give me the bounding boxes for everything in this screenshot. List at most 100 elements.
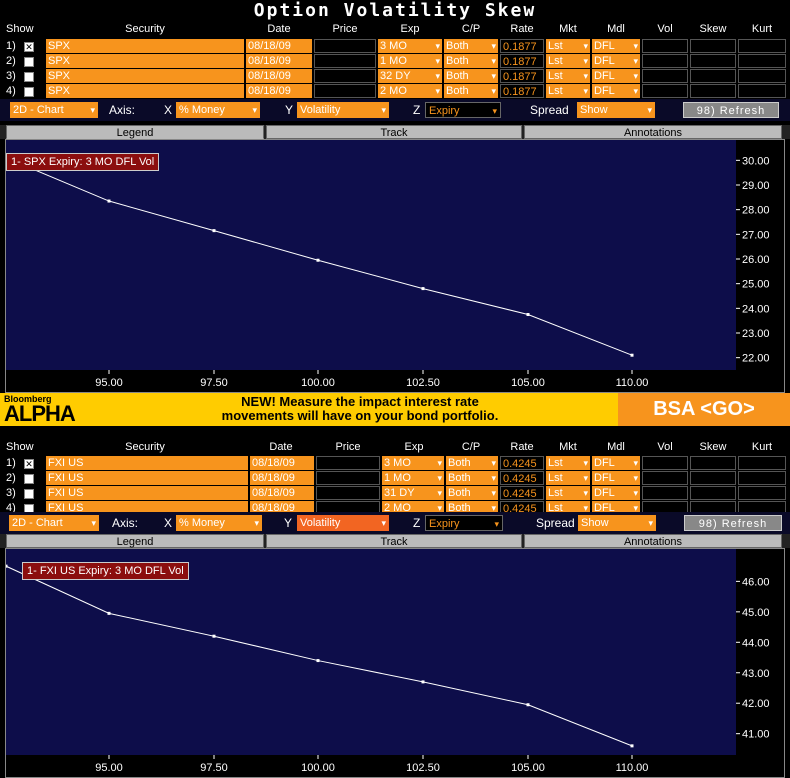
- show-checkbox[interactable]: [24, 72, 34, 82]
- model-select[interactable]: DFL: [592, 486, 640, 500]
- z-axis-select[interactable]: Expiry: [425, 515, 503, 532]
- price-field[interactable]: [314, 39, 376, 53]
- show-checkbox[interactable]: [24, 474, 34, 484]
- y-axis-select[interactable]: Volatility: [297, 102, 389, 118]
- spread-select[interactable]: Show: [578, 515, 656, 531]
- date-field[interactable]: 08/18/09: [250, 486, 314, 500]
- vol-field[interactable]: [642, 39, 688, 53]
- model-select[interactable]: DFL: [592, 69, 640, 83]
- model-select[interactable]: DFL: [592, 39, 640, 53]
- security-field[interactable]: FXI US: [46, 456, 248, 470]
- security-field[interactable]: SPX: [46, 69, 244, 83]
- x-axis-select[interactable]: % Money: [176, 515, 262, 531]
- rate-field[interactable]: 0.4245: [500, 456, 544, 470]
- date-field[interactable]: 08/18/09: [250, 456, 314, 470]
- rate-field[interactable]: 0.4245: [500, 486, 544, 500]
- date-field[interactable]: 08/18/09: [246, 84, 312, 98]
- price-field[interactable]: [314, 84, 376, 98]
- date-field[interactable]: 08/18/09: [246, 39, 312, 53]
- date-field[interactable]: 08/18/09: [246, 54, 312, 68]
- chart-legend[interactable]: 1- FXI US Expiry: 3 MO DFL Vol: [22, 562, 189, 580]
- vol-field[interactable]: [642, 456, 688, 470]
- tab-legend[interactable]: Legend: [6, 125, 264, 139]
- date-field[interactable]: 08/18/09: [246, 69, 312, 83]
- market-select[interactable]: Lst: [546, 486, 590, 500]
- call-put-select[interactable]: Both: [444, 39, 498, 53]
- market-select[interactable]: Lst: [546, 471, 590, 485]
- vol-field[interactable]: [642, 54, 688, 68]
- call-put-select[interactable]: Both: [446, 486, 498, 500]
- security-field[interactable]: FXI US: [46, 471, 248, 485]
- rate-field[interactable]: 0.1877: [500, 84, 544, 98]
- tab-annotations[interactable]: Annotations: [524, 534, 782, 548]
- kurt-field[interactable]: [738, 39, 786, 53]
- rate-field[interactable]: 0.1877: [500, 69, 544, 83]
- kurt-field[interactable]: [738, 84, 786, 98]
- market-select[interactable]: Lst: [546, 39, 590, 53]
- price-field[interactable]: [314, 69, 376, 83]
- rate-field[interactable]: 0.1877: [500, 39, 544, 53]
- expiry-select[interactable]: 3 MO: [378, 39, 442, 53]
- model-select[interactable]: DFL: [592, 54, 640, 68]
- tab-legend[interactable]: Legend: [6, 534, 264, 548]
- expiry-select[interactable]: 1 MO: [382, 471, 444, 485]
- call-put-select[interactable]: Both: [444, 69, 498, 83]
- kurt-field[interactable]: [738, 486, 786, 500]
- security-field[interactable]: SPX: [46, 54, 244, 68]
- kurt-field[interactable]: [738, 456, 786, 470]
- model-select[interactable]: DFL: [592, 84, 640, 98]
- expiry-select[interactable]: 1 MO: [378, 54, 442, 68]
- kurt-field[interactable]: [738, 54, 786, 68]
- skew-field[interactable]: [690, 471, 736, 485]
- skew-field[interactable]: [690, 456, 736, 470]
- security-field[interactable]: SPX: [46, 84, 244, 98]
- chart-type-select[interactable]: 2D - Chart: [9, 515, 99, 531]
- show-checkbox[interactable]: [24, 87, 34, 97]
- call-put-select[interactable]: Both: [446, 456, 498, 470]
- date-field[interactable]: 08/18/09: [250, 471, 314, 485]
- z-axis-select[interactable]: Expiry: [425, 102, 501, 119]
- model-select[interactable]: DFL: [592, 456, 640, 470]
- tab-annotations[interactable]: Annotations: [524, 125, 782, 139]
- refresh-button[interactable]: 98) Refresh: [684, 515, 782, 531]
- skew-field[interactable]: [690, 486, 736, 500]
- vol-field[interactable]: [642, 69, 688, 83]
- show-checkbox[interactable]: [24, 57, 34, 67]
- skew-field[interactable]: [690, 69, 736, 83]
- model-select[interactable]: DFL: [592, 471, 640, 485]
- ad-banner[interactable]: Bloomberg ALPHA NEW! Measure the impact …: [0, 393, 790, 426]
- spread-select[interactable]: Show: [577, 102, 655, 118]
- chart-legend[interactable]: 1- SPX Expiry: 3 MO DFL Vol: [6, 153, 160, 171]
- expiry-select[interactable]: 32 DY: [378, 69, 442, 83]
- show-checkbox[interactable]: [24, 489, 34, 499]
- skew-field[interactable]: [690, 39, 736, 53]
- refresh-button[interactable]: 98) Refresh: [683, 102, 779, 118]
- rate-field[interactable]: 0.1877: [500, 54, 544, 68]
- show-checkbox[interactable]: ✕: [24, 42, 34, 52]
- price-field[interactable]: [316, 486, 380, 500]
- expiry-select[interactable]: 3 MO: [382, 456, 444, 470]
- skew-field[interactable]: [690, 84, 736, 98]
- price-field[interactable]: [316, 471, 380, 485]
- rate-field[interactable]: 0.4245: [500, 471, 544, 485]
- security-field[interactable]: SPX: [46, 39, 244, 53]
- vol-field[interactable]: [642, 486, 688, 500]
- x-axis-select[interactable]: % Money: [176, 102, 260, 118]
- market-select[interactable]: Lst: [546, 69, 590, 83]
- kurt-field[interactable]: [738, 471, 786, 485]
- market-select[interactable]: Lst: [546, 456, 590, 470]
- ad-cta[interactable]: BSA <GO>: [618, 393, 790, 426]
- tab-track[interactable]: Track: [266, 125, 522, 139]
- price-field[interactable]: [316, 456, 380, 470]
- chart-type-select[interactable]: 2D - Chart: [10, 102, 98, 118]
- vol-field[interactable]: [642, 84, 688, 98]
- call-put-select[interactable]: Both: [444, 54, 498, 68]
- expiry-select[interactable]: 2 MO: [378, 84, 442, 98]
- market-select[interactable]: Lst: [546, 54, 590, 68]
- show-checkbox[interactable]: ✕: [24, 459, 34, 469]
- price-field[interactable]: [314, 54, 376, 68]
- y-axis-select[interactable]: Volatility: [297, 515, 389, 531]
- security-field[interactable]: FXI US: [46, 486, 248, 500]
- call-put-select[interactable]: Both: [446, 471, 498, 485]
- market-select[interactable]: Lst: [546, 84, 590, 98]
